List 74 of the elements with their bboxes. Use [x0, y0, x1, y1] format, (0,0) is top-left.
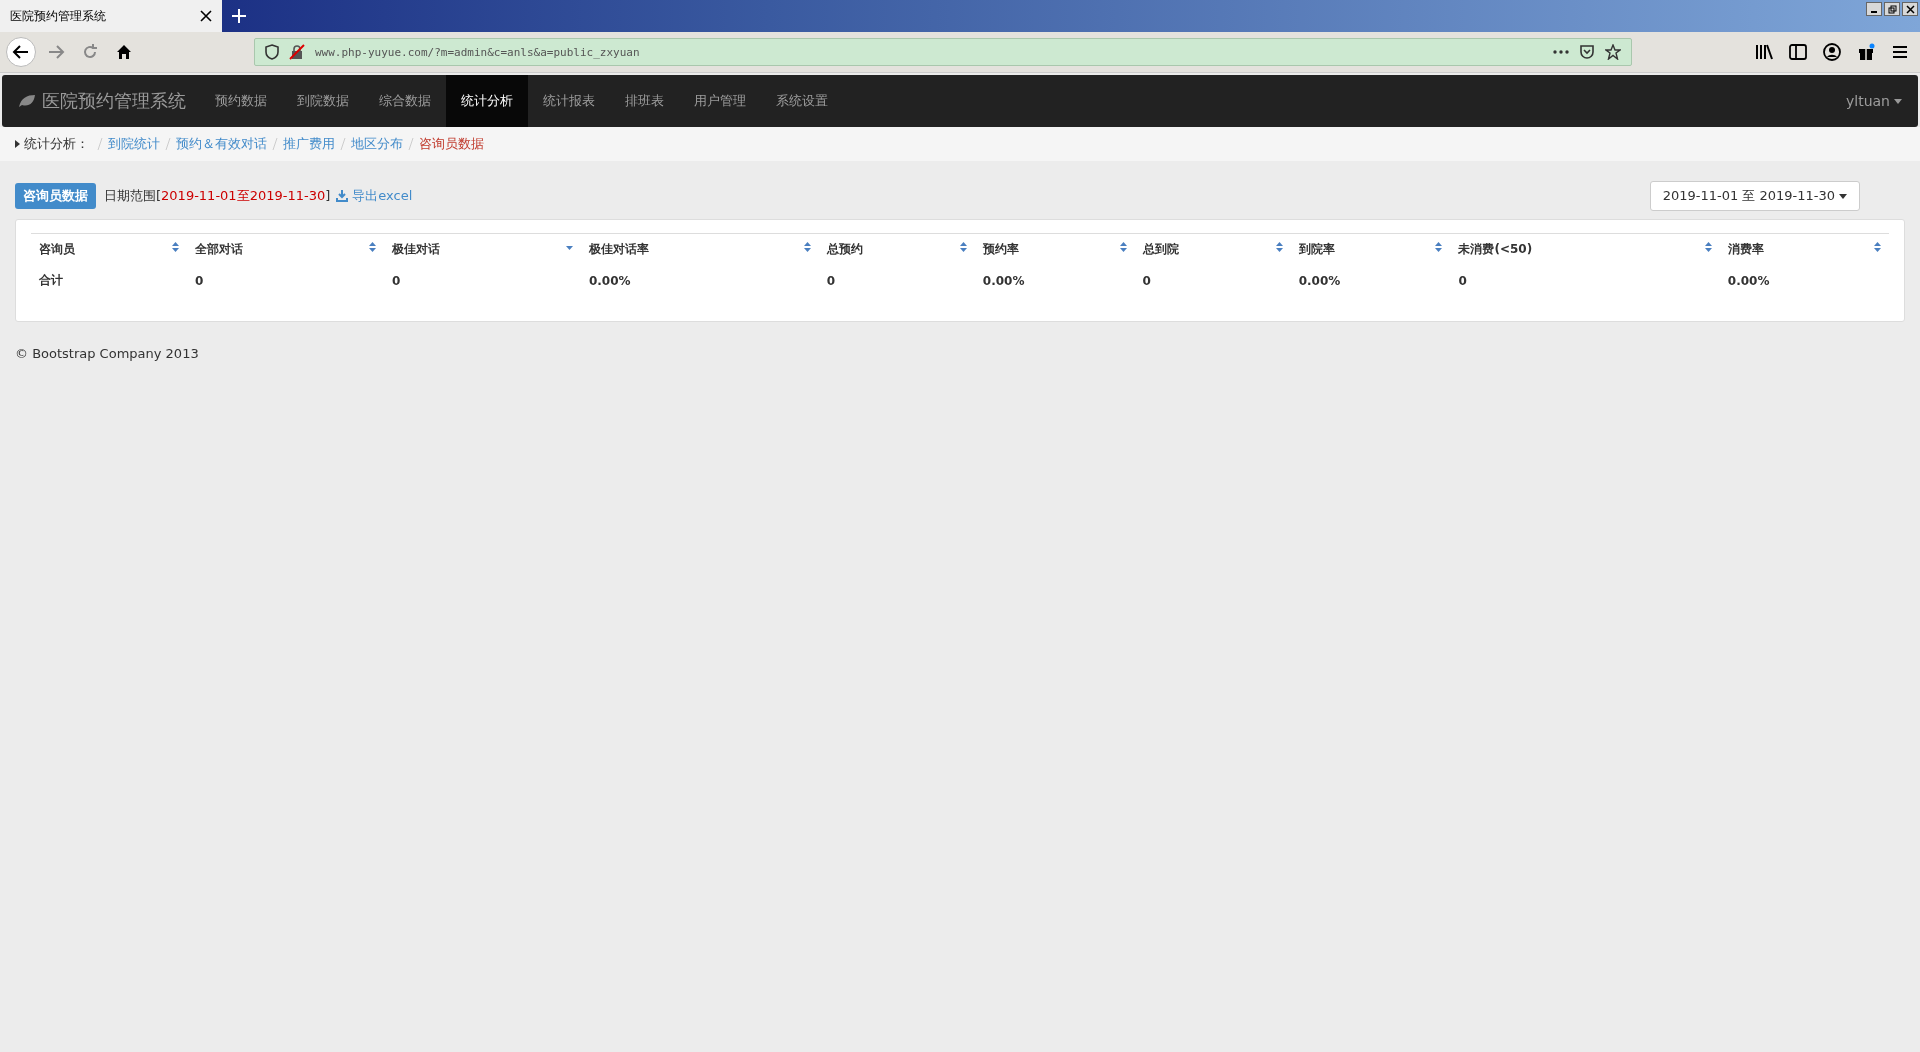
column-header[interactable]: 预约率 — [974, 233, 1135, 265]
caret-icon — [1894, 98, 1902, 104]
nav-item[interactable]: 系统设置 — [761, 75, 843, 127]
breadcrumb-label: 统计分析： — [24, 135, 89, 153]
date-range-text: 日期范围[2019-11-01至2019-11-30] — [104, 187, 331, 205]
column-header[interactable]: 消费率 — [1719, 233, 1889, 265]
column-header[interactable]: 咨询员 — [31, 233, 188, 265]
leaf-icon — [18, 94, 36, 108]
column-header[interactable]: 到院率 — [1290, 233, 1451, 265]
browser-tab[interactable]: 医院预约管理系统 — [0, 0, 222, 32]
separator-icon — [165, 138, 171, 150]
table-cell-text: 0.00% — [981, 272, 1026, 290]
nav-item[interactable]: 预约数据 — [200, 75, 282, 127]
url-text: www.php-yuyue.com/?m=admin&c=anls&a=public_zxyuan — [315, 45, 640, 59]
breadcrumb-link[interactable]: 推广费用 — [283, 135, 335, 153]
nav-item[interactable]: 排班表 — [610, 75, 679, 127]
sort-icon[interactable] — [1704, 241, 1712, 255]
table-cell-text: 0.00% — [587, 272, 632, 290]
insecure-lock-icon — [289, 44, 305, 60]
breadcrumb-link[interactable]: 地区分布 — [351, 135, 403, 153]
user-menu[interactable]: yltuan — [1830, 93, 1918, 109]
nav-item[interactable]: 到院数据 — [282, 75, 364, 127]
nav-item[interactable]: 统计报表 — [528, 75, 610, 127]
close-icon[interactable] — [1902, 2, 1918, 16]
export-link[interactable]: 导出excel — [336, 187, 413, 205]
brand-logo[interactable]: 医院预约管理系统 — [18, 89, 186, 113]
table-cell-text: 0 — [391, 272, 402, 290]
more-icon[interactable] — [1553, 50, 1569, 54]
section-label: 咨询员数据 — [15, 183, 96, 209]
shield-icon — [265, 44, 279, 60]
sort-icon[interactable] — [172, 241, 180, 255]
table-cell-text: 0 — [194, 272, 205, 290]
table-cell-text: 0.00% — [1297, 272, 1342, 290]
table-cell-text: 0.00% — [1726, 272, 1771, 290]
nav-item[interactable]: 统计分析 — [446, 75, 528, 127]
sort-icon[interactable] — [803, 241, 811, 255]
column-header[interactable]: 极佳对话 — [384, 233, 581, 265]
breadcrumb-link[interactable]: 咨询员数据 — [419, 135, 484, 153]
nav-item[interactable]: 综合数据 — [364, 75, 446, 127]
separator-icon — [97, 138, 103, 150]
column-header[interactable]: 总预约 — [818, 233, 975, 265]
sort-icon[interactable] — [369, 241, 376, 255]
close-icon[interactable] — [200, 10, 212, 22]
caret-icon — [1839, 193, 1847, 199]
sort-icon[interactable] — [1275, 241, 1283, 255]
tab-title: 医院预约管理系统 — [10, 7, 107, 25]
sort-icon[interactable] — [1435, 241, 1443, 255]
sort-icon[interactable] — [959, 241, 967, 255]
table-cell-text: 0 — [825, 272, 837, 290]
separator-icon — [272, 138, 278, 150]
breadcrumb-link[interactable]: 预约＆有效对话 — [176, 135, 267, 153]
column-header[interactable]: 未消费(<50) — [1450, 233, 1720, 265]
table-cell-text: 0 — [1457, 272, 1468, 290]
breadcrumb-link[interactable]: 到院统计 — [108, 135, 160, 153]
star-icon[interactable] — [1605, 44, 1621, 60]
download-icon — [336, 190, 349, 202]
date-picker[interactable]: 2019-11-01 至 2019-11-30 — [1649, 181, 1860, 211]
separator-icon — [340, 138, 346, 150]
separator-icon — [408, 138, 414, 150]
sort-icon[interactable] — [1119, 241, 1127, 255]
sort-icon[interactable] — [1874, 241, 1881, 255]
column-header[interactable]: 全部对话 — [187, 233, 384, 265]
nav-item[interactable]: 用户管理 — [679, 75, 761, 127]
column-header[interactable]: 极佳对话率 — [580, 233, 819, 265]
caret-icon — [15, 140, 20, 148]
footer-text: © Bootstrap Company 2013 — [15, 346, 200, 361]
column-header[interactable]: 总到院 — [1134, 233, 1291, 265]
restore-icon[interactable] — [1884, 2, 1900, 16]
pocket-icon[interactable] — [1579, 44, 1595, 60]
address-bar[interactable]: www.php-yuyue.com/?m=admin&c=anls&a=public_zxyuan — [254, 38, 1632, 66]
table-cell-text: 合计 — [38, 272, 64, 289]
table-cell-text: 0 — [1141, 272, 1152, 290]
back-icon[interactable] — [6, 37, 36, 67]
minimize-icon[interactable] — [1866, 2, 1882, 16]
